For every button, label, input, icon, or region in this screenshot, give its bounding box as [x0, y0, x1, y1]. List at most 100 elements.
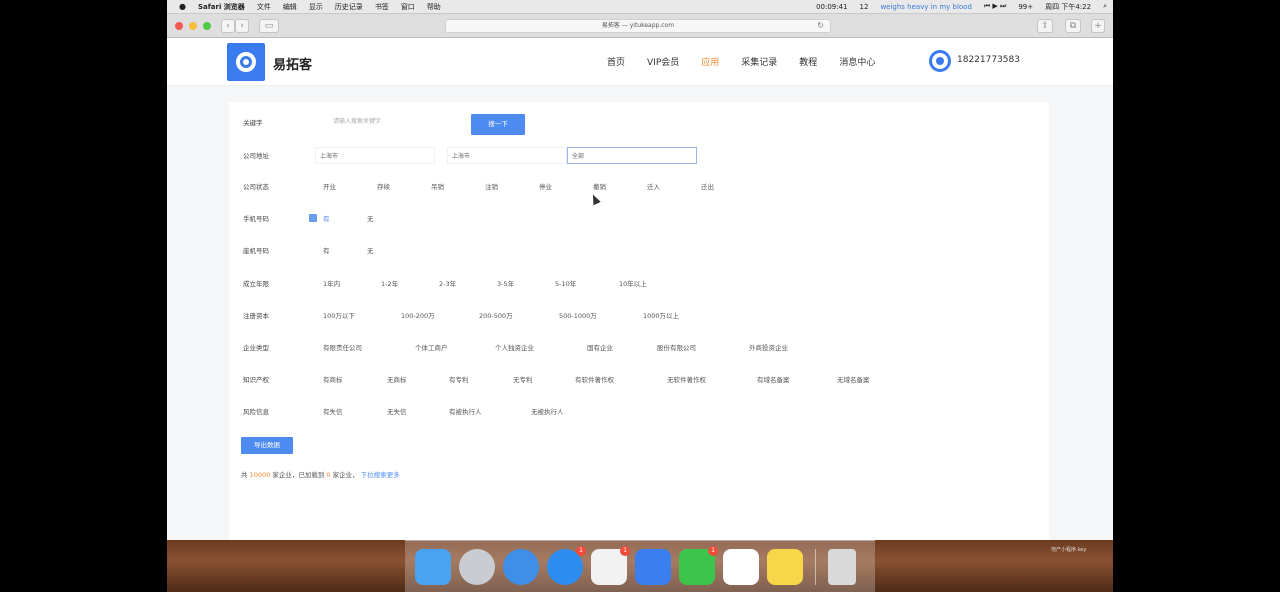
nav-apps[interactable]: 应用: [701, 55, 719, 68]
city-select[interactable]: 上海市: [447, 146, 567, 164]
type-option[interactable]: 股份有限公司: [657, 342, 696, 352]
notification-count[interactable]: 12: [854, 3, 875, 11]
menu-bookmarks[interactable]: 书签: [369, 2, 395, 12]
user-phone[interactable]: 18221773583: [957, 55, 1020, 65]
status-option[interactable]: 注销: [485, 181, 498, 191]
status-option[interactable]: 停业: [539, 181, 552, 191]
close-window-button[interactable]: [175, 22, 183, 30]
risk-option[interactable]: 无失信: [387, 406, 407, 416]
status-option[interactable]: 开业: [323, 181, 336, 191]
capital-option[interactable]: 500-1000万: [559, 310, 597, 320]
address-bar[interactable]: 易拓客 — yitukeapp.com ↻: [445, 19, 831, 33]
status-option[interactable]: 撤销: [593, 181, 606, 191]
menu-view[interactable]: 显示: [303, 2, 329, 12]
now-playing[interactable]: weighs heavy in my blood: [874, 3, 977, 11]
mobile-option-no[interactable]: 无: [367, 213, 374, 223]
type-option[interactable]: 有限责任公司: [323, 342, 362, 352]
export-button[interactable]: 导出数据: [241, 437, 293, 454]
menu-history[interactable]: 历史记录: [329, 2, 369, 12]
capital-option[interactable]: 1000万以上: [643, 310, 679, 320]
brand-logo-icon[interactable]: [227, 43, 265, 81]
qq-icon[interactable]: 1: [591, 545, 630, 585]
summary-prefix: 共: [241, 471, 248, 479]
app-store-icon[interactable]: 1: [547, 545, 586, 585]
avatar[interactable]: [929, 50, 951, 72]
menu-edit[interactable]: 编辑: [277, 2, 303, 12]
landline-option-no[interactable]: 无: [367, 245, 374, 255]
years-option[interactable]: 3-5年: [497, 278, 514, 288]
nav-vip[interactable]: VIP会员: [647, 55, 679, 68]
risk-option[interactable]: 无被执行人: [531, 406, 564, 416]
launchpad-icon[interactable]: [459, 548, 495, 585]
share-icon[interactable]: ⇪: [1037, 19, 1053, 33]
type-option[interactable]: 外商投资企业: [749, 342, 788, 352]
menu-help[interactable]: 帮助: [421, 2, 447, 12]
capital-option[interactable]: 100-200万: [401, 310, 435, 320]
reload-icon[interactable]: ↻: [817, 20, 824, 32]
nav-tutorials[interactable]: 教程: [799, 55, 817, 68]
load-more-link[interactable]: 下拉搜索更多: [361, 471, 400, 479]
media-controls-icon[interactable]: ⏮ ▶ ⏭: [978, 2, 1012, 11]
record-timer[interactable]: 00:09:41: [810, 3, 853, 11]
mobile-option-yes[interactable]: 有: [323, 213, 330, 223]
apple-menu-icon[interactable]: ●: [167, 2, 192, 11]
safari-icon[interactable]: [503, 548, 539, 585]
type-option[interactable]: 个体工商户: [415, 342, 448, 352]
years-option[interactable]: 5-10年: [555, 278, 576, 288]
finder-icon[interactable]: [415, 548, 451, 585]
new-tab-icon[interactable]: +: [1091, 19, 1105, 33]
desktop-file-label[interactable]: 地产小程序.key: [1051, 546, 1086, 553]
risk-option[interactable]: 有失信: [323, 406, 343, 416]
years-option[interactable]: 1-2年: [381, 278, 398, 288]
nav-records[interactable]: 采集记录: [741, 55, 777, 68]
status-option[interactable]: 存续: [377, 181, 390, 191]
years-option[interactable]: 2-3年: [439, 278, 456, 288]
menu-app-name[interactable]: Safari 浏览器: [192, 2, 251, 12]
minimize-window-button[interactable]: [189, 22, 197, 30]
ip-option[interactable]: 有商标: [323, 374, 343, 384]
capital-option[interactable]: 100万以下: [323, 310, 355, 320]
years-option[interactable]: 1年内: [323, 278, 340, 288]
forward-button[interactable]: ›: [235, 19, 249, 33]
wechat-icon[interactable]: 1: [679, 545, 718, 585]
ip-option[interactable]: 无域名备案: [837, 374, 870, 384]
tabs-overview-icon[interactable]: ⧉: [1065, 19, 1081, 33]
status-option[interactable]: 吊销: [431, 181, 444, 191]
province-select[interactable]: 上海市: [315, 146, 435, 164]
ip-option[interactable]: 有域名备案: [757, 374, 790, 384]
keyword-input[interactable]: 请输入搜索关键字: [329, 115, 479, 129]
search-button[interactable]: 搜一下: [471, 114, 525, 135]
zoom-window-button[interactable]: [203, 22, 211, 30]
years-option[interactable]: 10年以上: [619, 278, 647, 288]
battery-indicator[interactable]: 99+: [1012, 3, 1039, 11]
capital-label: 注册资本: [243, 312, 269, 320]
district-select[interactable]: 全部: [567, 146, 697, 164]
spotlight-icon[interactable]: ⌕: [1097, 2, 1113, 11]
clock[interactable]: 周四 下午4:22: [1039, 2, 1097, 12]
ip-option[interactable]: 有软件著作权: [575, 374, 614, 384]
ip-option[interactable]: 无商标: [387, 374, 407, 384]
qq-music-icon[interactable]: [767, 548, 803, 585]
lark-icon[interactable]: [635, 548, 671, 585]
status-option[interactable]: 迁入: [647, 181, 660, 191]
capital-option[interactable]: 200-500万: [479, 310, 513, 320]
status-option[interactable]: 迁出: [701, 181, 714, 191]
top-nav: 首页 VIP会员 应用 采集记录 教程 消息中心: [607, 55, 897, 68]
trash-icon[interactable]: [828, 548, 856, 585]
menu-file[interactable]: 文件: [251, 2, 277, 12]
ip-option[interactable]: 无专利: [513, 374, 533, 384]
back-button[interactable]: ‹: [221, 19, 235, 33]
brand-name[interactable]: 易拓客: [273, 54, 312, 73]
nav-home[interactable]: 首页: [607, 55, 625, 68]
nav-messages[interactable]: 消息中心: [839, 55, 875, 68]
ip-option[interactable]: 无软件著作权: [667, 374, 706, 384]
wps-icon[interactable]: [723, 548, 759, 585]
ip-option[interactable]: 有专利: [449, 374, 469, 384]
landline-option-yes[interactable]: 有: [323, 245, 330, 255]
checkbox-icon[interactable]: [309, 214, 317, 222]
type-option[interactable]: 个人独资企业: [495, 342, 534, 352]
type-option[interactable]: 国有企业: [587, 342, 613, 352]
sidebar-toggle-icon[interactable]: ▭: [259, 19, 279, 33]
risk-option[interactable]: 有被执行人: [449, 406, 482, 416]
menu-window[interactable]: 窗口: [395, 2, 421, 12]
